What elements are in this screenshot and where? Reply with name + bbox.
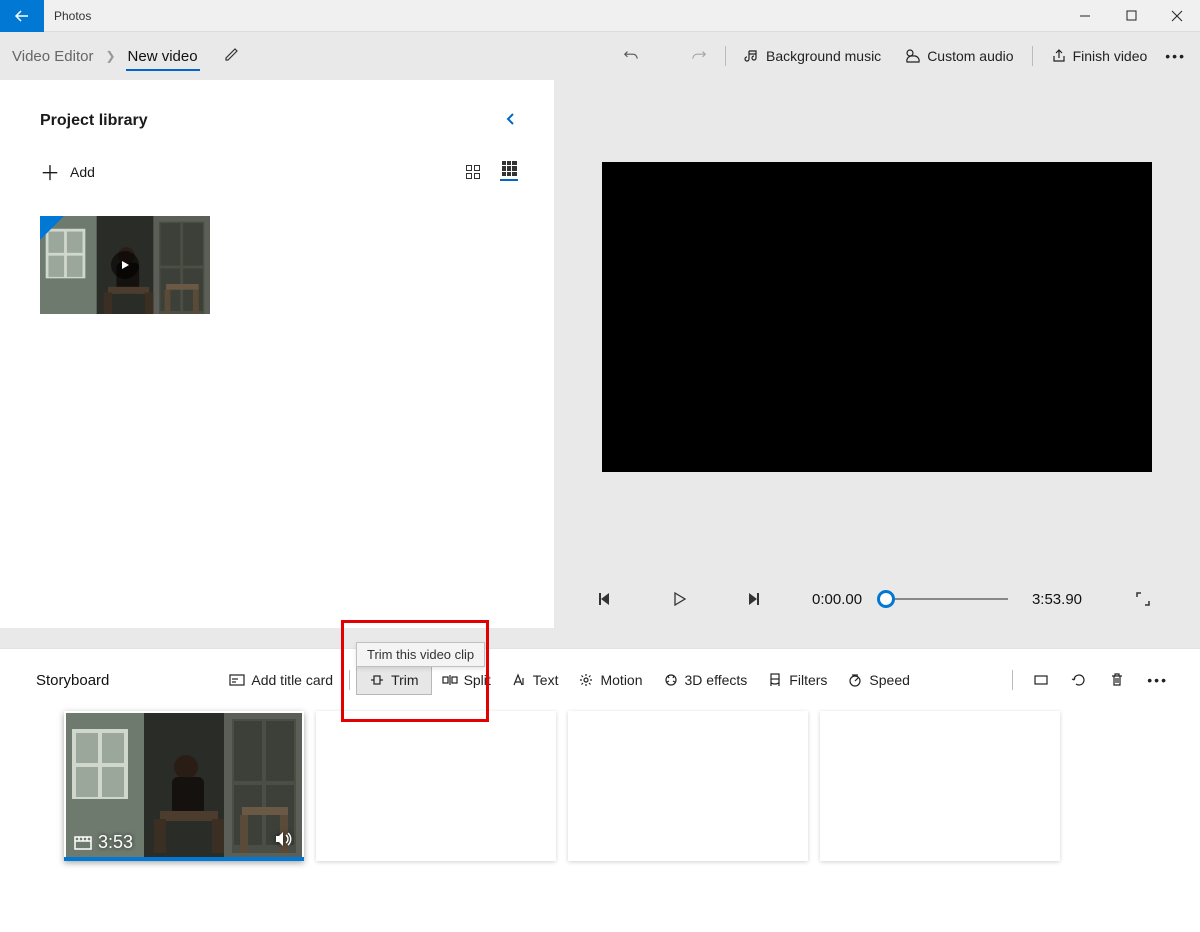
total-time: 3:53.90 — [1032, 591, 1082, 608]
motion-button[interactable]: Motion — [568, 666, 652, 694]
play-button[interactable] — [670, 590, 688, 608]
trim-tooltip: Trim this video clip — [356, 642, 485, 667]
main-area: Project library ＋ Add — [0, 80, 1200, 648]
separator — [1032, 46, 1033, 66]
breadcrumb-level2[interactable]: New video — [126, 42, 200, 71]
plus-icon: ＋ — [40, 157, 60, 186]
next-frame-button[interactable] — [744, 590, 762, 608]
breadcrumb: Video Editor ❯ New video — [0, 42, 240, 71]
collapse-library-button[interactable] — [504, 110, 518, 131]
background-music-button[interactable]: Background music — [732, 42, 893, 70]
filters-label: Filters — [789, 672, 827, 688]
custom-audio-button[interactable]: Custom audio — [893, 42, 1025, 70]
background-music-label: Background music — [766, 48, 881, 64]
clip-duration: 3:53 — [98, 832, 133, 853]
app-title: Photos — [44, 9, 91, 23]
preview-area: 0:00.00 3:53.90 — [554, 80, 1200, 648]
storyboard-more-button[interactable]: ••• — [1139, 666, 1176, 694]
storyboard-empty-slot[interactable] — [316, 711, 556, 861]
back-button[interactable] — [0, 0, 44, 32]
add-label: Add — [70, 164, 95, 180]
video-icon — [74, 836, 92, 850]
fullscreen-button[interactable] — [1134, 590, 1152, 608]
text-label: Text — [533, 672, 559, 688]
storyboard-toolbar: Storyboard Add title card Trim Split Tex… — [0, 649, 1200, 711]
speed-label: Speed — [869, 672, 909, 688]
finish-video-button[interactable]: Finish video — [1039, 42, 1160, 70]
filters-button[interactable]: Filters — [757, 666, 837, 694]
rotate-button[interactable] — [1063, 666, 1095, 694]
in-use-badge-icon — [40, 216, 64, 240]
separator — [1012, 670, 1013, 690]
storyboard-clips: 3:53 — [0, 711, 1200, 861]
close-button[interactable] — [1154, 0, 1200, 32]
trim-button[interactable]: Trim — [356, 665, 431, 695]
redo-button[interactable] — [679, 42, 719, 70]
finish-video-label: Finish video — [1073, 48, 1148, 64]
resize-button[interactable] — [1025, 666, 1057, 694]
breadcrumb-level1[interactable]: Video Editor — [10, 42, 95, 71]
seek-bar[interactable] — [886, 598, 1008, 600]
undo-button[interactable] — [611, 42, 651, 70]
split-button[interactable]: Split — [432, 666, 501, 694]
minimize-button[interactable] — [1062, 0, 1108, 32]
storyboard-panel: Storyboard Add title card Trim Split Tex… — [0, 648, 1200, 932]
play-icon — [111, 251, 139, 279]
maximize-button[interactable] — [1108, 0, 1154, 32]
previous-frame-button[interactable] — [596, 590, 614, 608]
delete-button[interactable] — [1101, 666, 1133, 694]
motion-label: Motion — [600, 672, 642, 688]
speed-button[interactable]: Speed — [837, 666, 919, 694]
add-media-button[interactable]: ＋ Add — [40, 157, 95, 186]
trim-label: Trim — [391, 672, 418, 688]
library-clip-thumbnail[interactable] — [40, 216, 210, 314]
window-controls — [1062, 0, 1200, 32]
chevron-right-icon: ❯ — [101, 49, 119, 63]
separator — [349, 670, 350, 690]
titlebar: Photos — [0, 0, 1200, 32]
custom-audio-label: Custom audio — [927, 48, 1013, 64]
current-time: 0:00.00 — [812, 591, 862, 608]
large-grid-view-button[interactable] — [464, 163, 482, 181]
more-button[interactable]: ••• — [1159, 42, 1192, 70]
3d-effects-button[interactable]: 3D effects — [653, 666, 758, 694]
text-button[interactable]: Text — [501, 666, 569, 694]
small-grid-view-button[interactable] — [500, 163, 518, 181]
separator — [725, 46, 726, 66]
add-title-card-button[interactable]: Add title card — [219, 666, 343, 694]
add-title-card-label: Add title card — [251, 672, 333, 688]
storyboard-empty-slot[interactable] — [820, 711, 1060, 861]
3d-effects-label: 3D effects — [685, 672, 748, 688]
top-toolbar: Video Editor ❯ New video Background musi… — [0, 32, 1200, 80]
seek-thumb[interactable] — [877, 590, 895, 608]
rename-project-button[interactable] — [224, 46, 240, 67]
preview-canvas — [602, 162, 1152, 472]
project-library-panel: Project library ＋ Add — [0, 80, 554, 628]
storyboard-empty-slot[interactable] — [568, 711, 808, 861]
storyboard-title: Storyboard — [36, 672, 109, 689]
playback-controls: 0:00.00 3:53.90 — [554, 590, 1200, 608]
storyboard-clip[interactable]: 3:53 — [64, 711, 304, 861]
volume-icon[interactable] — [274, 830, 294, 851]
tooltip-text: Trim this video clip — [367, 647, 474, 662]
library-title: Project library — [40, 112, 148, 130]
split-label: Split — [464, 672, 491, 688]
